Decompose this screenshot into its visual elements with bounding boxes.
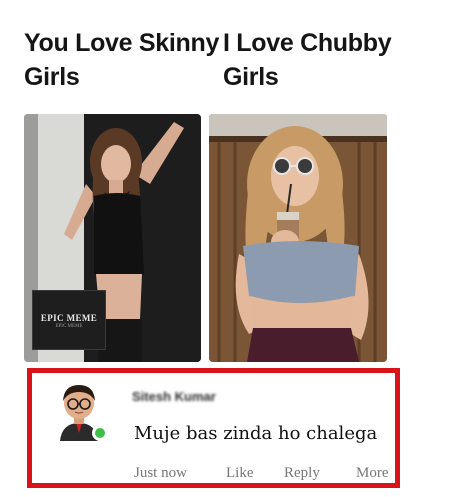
right-photo — [209, 114, 387, 362]
right-photo-illustration — [209, 114, 387, 362]
left-caption: You Love Skinny Girls — [24, 29, 220, 91]
right-caption: I Love Chubby Girls — [223, 29, 392, 91]
watermark-title: EPIC MEME — [40, 313, 98, 323]
more-button[interactable]: More — [356, 465, 389, 482]
watermark-subtitle: EPIC MEME — [55, 324, 83, 329]
meme-post: You Love Skinny Girls I Love Chubby Girl… — [0, 0, 450, 497]
commenter-name[interactable]: Sitesh Kumar — [132, 389, 252, 403]
left-photo: EPIC MEME EPIC MEME — [24, 114, 201, 362]
comment-timestamp[interactable]: Just now — [134, 465, 187, 482]
reply-button[interactable]: Reply — [284, 465, 320, 482]
online-status-dot-icon — [92, 425, 108, 441]
highlighted-comment: Sitesh Kumar Muje bas zinda ho chalega J… — [27, 368, 400, 488]
like-button[interactable]: Like — [226, 465, 254, 482]
comment-text: Muje bas zinda ho chalega — [134, 423, 378, 444]
epic-meme-watermark: EPIC MEME EPIC MEME — [32, 290, 106, 350]
